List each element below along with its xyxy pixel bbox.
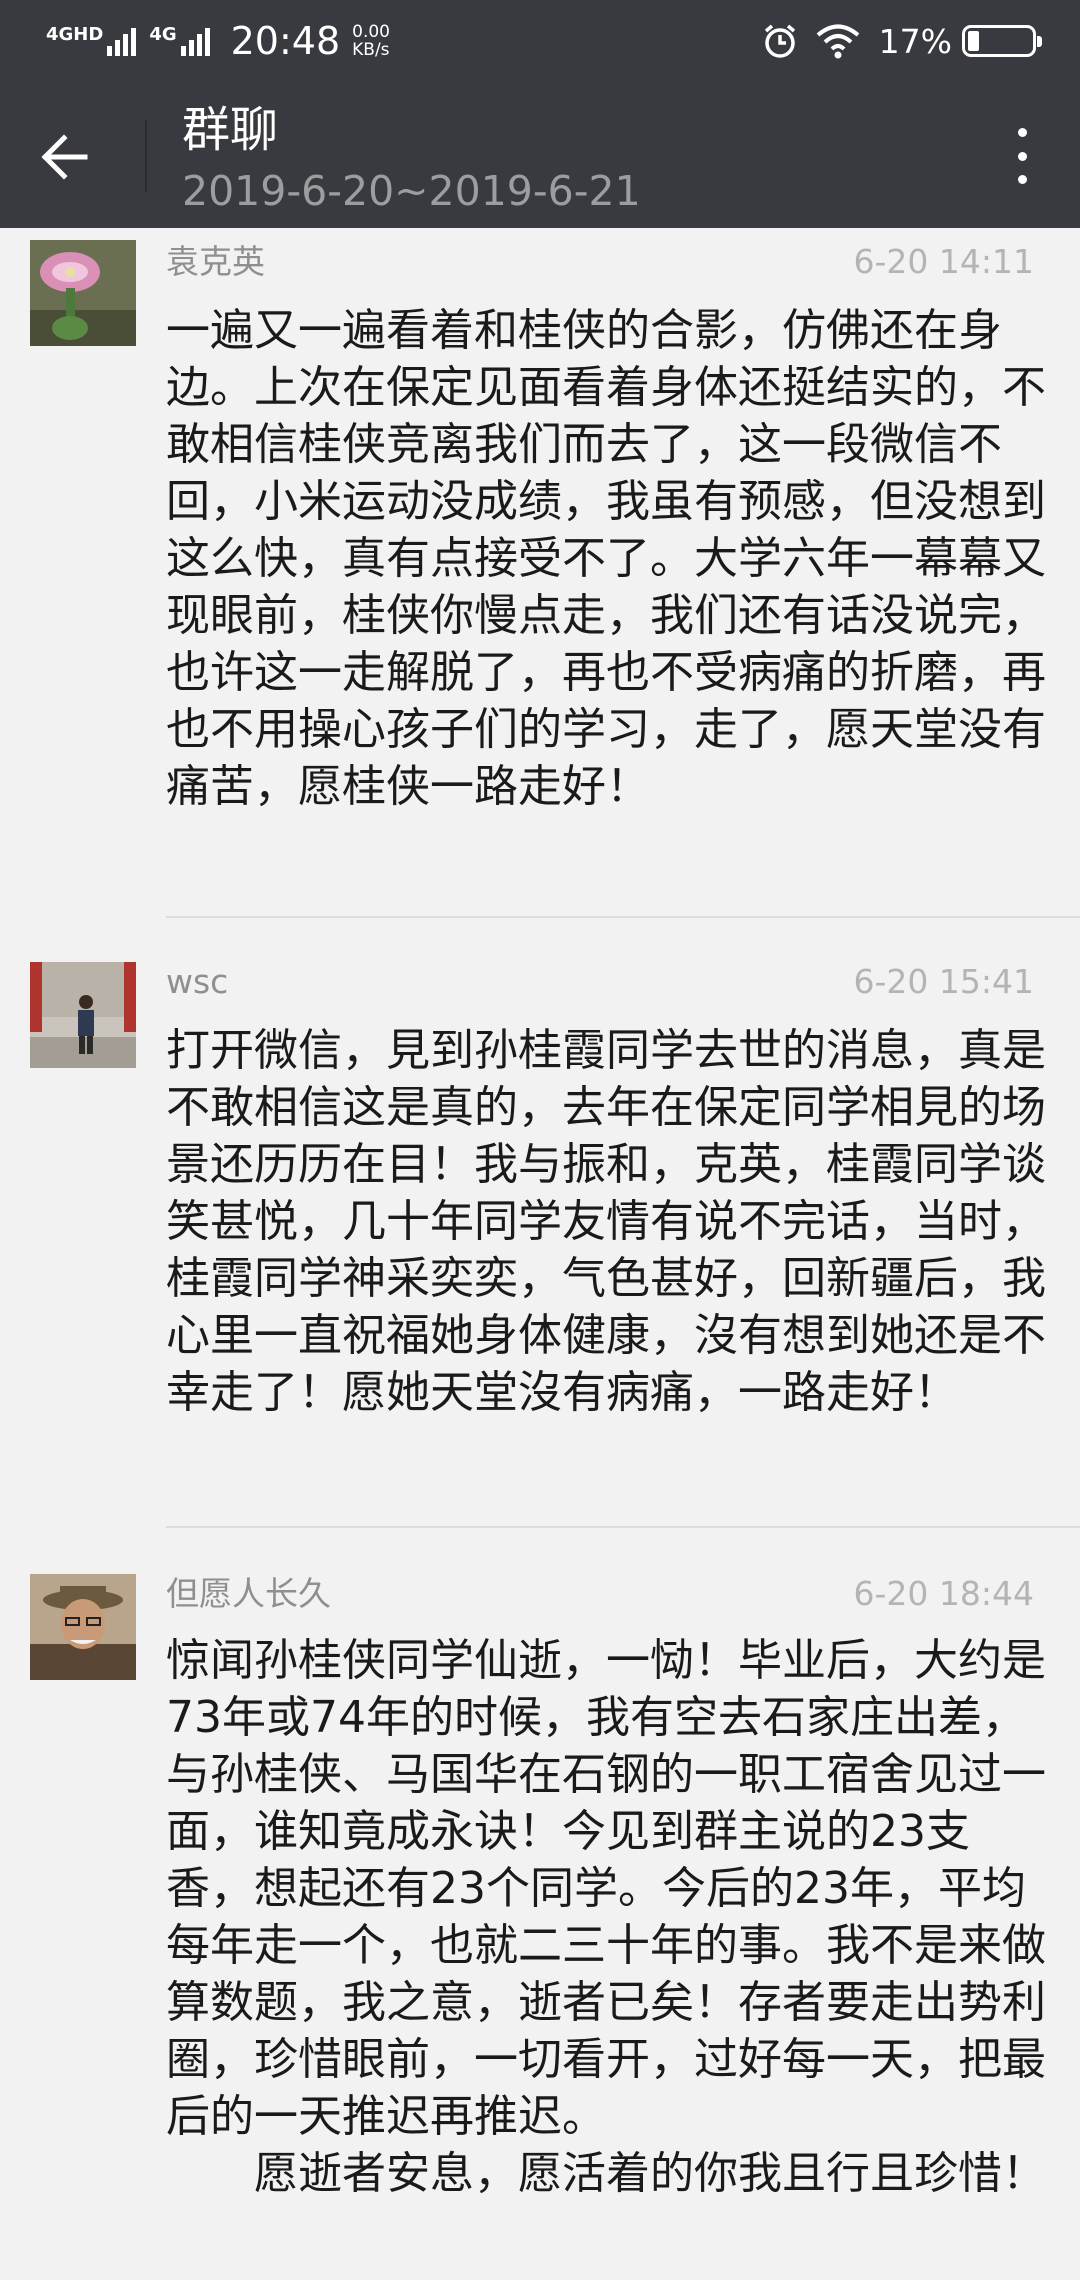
status-right: 17% (761, 16, 1042, 66)
more-button[interactable] (992, 118, 1052, 194)
avatar[interactable] (30, 1574, 136, 1680)
message-text: 一遍又一遍看着和桂侠的合影，仿佛还在身边。上次在保定见面看着身体还挺结实的，不敢… (166, 305, 1046, 812)
battery-level (968, 31, 979, 51)
clock: 20:48 (230, 19, 341, 63)
sender-name: wsc (166, 962, 229, 1001)
message-time: 6-20 15:41 (853, 962, 1035, 1001)
more-vertical-icon (1017, 151, 1027, 161)
sender-name: 但愿人长久 (166, 1574, 331, 1613)
network-speed: 0.00 KB/s (352, 23, 390, 59)
status-left: 4GHD 4G 20:48 0.00 KB/s (46, 16, 390, 66)
date-range: 2019-6-20~2019-6-21 (182, 167, 641, 215)
more-vertical-icon (1017, 128, 1027, 137)
status-bar: 4GHD 4G 20:48 0.00 KB/s 17% (0, 0, 1080, 82)
message-text: 打开微信，見到孙桂霞同学去世的消息，真是不敢相信这是真的，去年在保定同学相見的场… (166, 1025, 1046, 1418)
battery-icon (962, 25, 1042, 57)
avatar[interactable] (30, 962, 136, 1068)
signal-bars-icon (107, 26, 139, 56)
battery-percent: 17% (878, 21, 952, 61)
message-time: 6-20 14:11 (853, 242, 1035, 281)
chat-message[interactable]: 但愿人长久 6-20 18:44 惊闻孙桂侠同学仙逝，一恸！毕业后，大约是73年… (0, 1528, 1080, 2280)
title-bar: 群聊 2019-6-20~2019-6-21 (0, 82, 1080, 228)
chat-message[interactable]: 袁克英 6-20 14:11 一遍又一遍看着和桂侠的合影，仿佛还在身边。上次在保… (0, 228, 1080, 918)
message-text: 惊闻孙桂侠同学仙逝，一恸！毕业后，大约是73年或74年的时候，我有空去石家庄出差… (166, 1635, 1046, 2199)
back-button[interactable] (30, 122, 100, 192)
avatar[interactable] (30, 240, 136, 346)
network-type-label: 4G (149, 24, 177, 45)
title-divider (145, 120, 147, 192)
signal-4ghd: 4GHD (46, 26, 139, 56)
network-type-label: 4GHD (46, 24, 104, 45)
speed-unit: KB/s (352, 40, 390, 60)
message-time: 6-20 18:44 (853, 1574, 1035, 1613)
speed-value: 0.00 (352, 22, 390, 42)
signal-4g: 4G (149, 26, 212, 56)
signal-bars-icon (180, 26, 213, 56)
sender-name: 袁克英 (166, 242, 265, 281)
alarm-icon (764, 24, 795, 58)
chat-message[interactable]: wsc 6-20 15:41 打开微信，見到孙桂霞同学去世的消息，真是不敢相信这… (0, 918, 1080, 1528)
page-title: 群聊 (182, 102, 279, 158)
arrow-left-icon (41, 134, 88, 180)
more-vertical-icon (1017, 175, 1027, 184)
wifi-icon (816, 24, 859, 59)
